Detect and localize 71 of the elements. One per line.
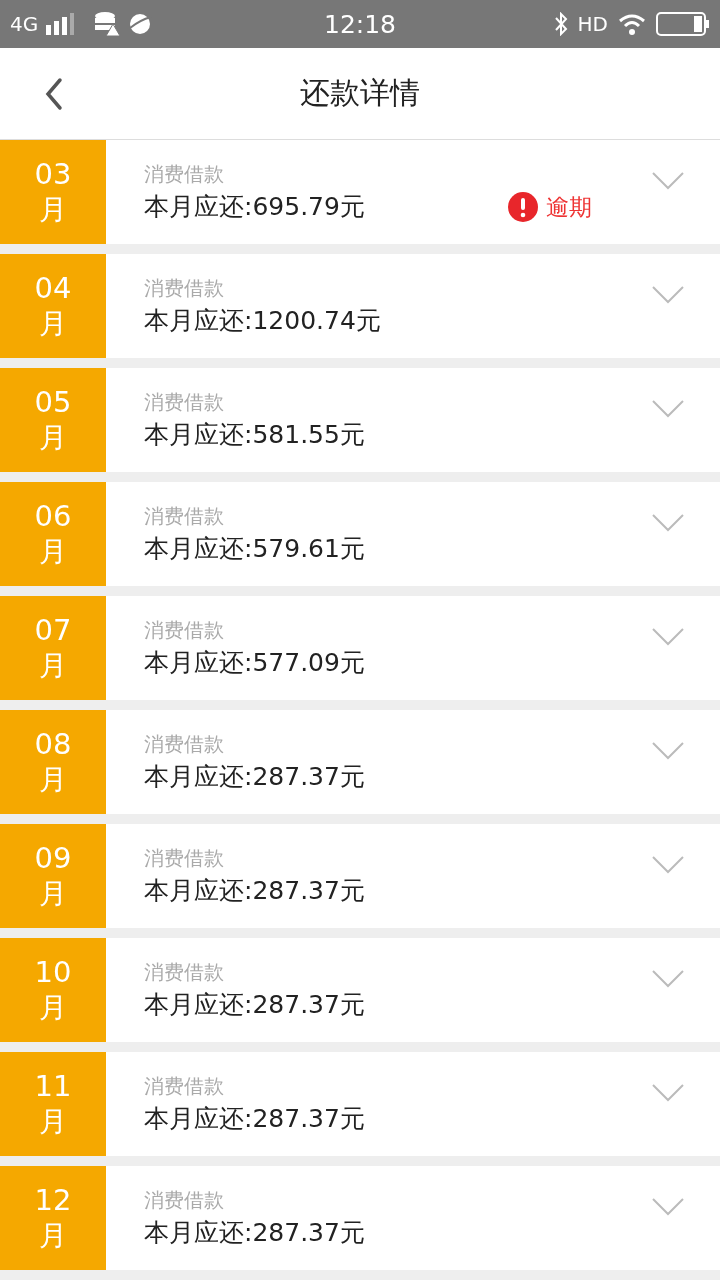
month-unit: 月 — [39, 1218, 67, 1254]
repayment-row[interactable]: 11 月 消费借款 本月应还:287.37元 — [0, 1052, 720, 1156]
amount-due: 本月应还:1200.74元 — [144, 305, 382, 337]
repayment-row[interactable]: 04 月 消费借款 本月应还:1200.74元 — [0, 254, 720, 358]
month-number: 12 — [34, 1182, 72, 1218]
month-unit: 月 — [39, 648, 67, 684]
month-unit: 月 — [39, 306, 67, 342]
month-number: 09 — [34, 840, 72, 876]
amount-due: 本月应还:581.55元 — [144, 419, 366, 451]
month-number: 07 — [34, 612, 72, 648]
network-label: 4G — [10, 12, 39, 36]
chevron-down-icon[interactable] — [652, 286, 684, 304]
amount-due: 本月应还:287.37元 — [144, 1217, 366, 1249]
repayment-row[interactable]: 12 月 消费借款 本月应还:287.37元 — [0, 1166, 720, 1270]
chevron-down-icon[interactable] — [652, 628, 684, 646]
chevron-down-icon[interactable] — [652, 172, 684, 190]
repayment-row[interactable]: 05 月 消费借款 本月应还:581.55元 — [0, 368, 720, 472]
amount-due: 本月应还:287.37元 — [144, 1103, 366, 1135]
chevron-down-icon[interactable] — [652, 970, 684, 988]
loan-type: 消费借款 — [144, 1073, 225, 1100]
amount-due: 本月应还:579.61元 — [144, 533, 366, 565]
chevron-down-icon[interactable] — [652, 1084, 684, 1102]
repayment-row[interactable]: 09 月 消费借款 本月应还:287.37元 — [0, 824, 720, 928]
month-unit: 月 — [39, 1104, 67, 1140]
loan-type: 消费借款 — [144, 1187, 225, 1214]
chevron-down-icon[interactable] — [652, 514, 684, 532]
month-number: 11 — [34, 1068, 72, 1104]
hd-label: HD — [577, 12, 608, 36]
month-unit: 月 — [39, 420, 67, 456]
loan-type: 消费借款 — [144, 161, 225, 188]
database-icon — [94, 12, 121, 36]
loan-type: 消费借款 — [144, 731, 225, 758]
repayment-row[interactable]: 08 月 消费借款 本月应还:287.37元 — [0, 710, 720, 814]
bluetooth-icon — [553, 12, 568, 36]
clock-time: 12:18 — [324, 9, 397, 39]
loan-type: 消费借款 — [144, 845, 225, 872]
amount-due: 本月应还:287.37元 — [144, 761, 366, 793]
amount-due: 本月应还:577.09元 — [144, 647, 366, 679]
amount-due: 本月应还:287.37元 — [144, 875, 366, 907]
repayment-row[interactable]: 06 月 消费借款 本月应还:579.61元 — [0, 482, 720, 586]
overdue-label: 逾期 — [546, 192, 592, 222]
chevron-down-icon[interactable] — [652, 1198, 684, 1216]
month-unit: 月 — [39, 534, 67, 570]
repayment-row[interactable]: 07 月 消费借款 本月应还:577.09元 — [0, 596, 720, 700]
month-unit: 月 — [39, 990, 67, 1026]
month-number: 05 — [34, 384, 72, 420]
month-number: 08 — [34, 726, 72, 762]
signal-icon — [46, 13, 75, 35]
chevron-down-icon[interactable] — [652, 856, 684, 874]
planet-icon — [128, 12, 153, 36]
chevron-down-icon[interactable] — [652, 400, 684, 418]
loan-type: 消费借款 — [144, 275, 225, 302]
month-unit: 月 — [39, 762, 67, 798]
repayment-row[interactable]: 10 月 消费借款 本月应还:287.37元 — [0, 938, 720, 1042]
chevron-down-icon[interactable] — [652, 742, 684, 760]
month-number: 10 — [34, 954, 72, 990]
loan-type: 消费借款 — [144, 503, 225, 530]
loan-type: 消费借款 — [144, 389, 225, 416]
month-number: 04 — [34, 270, 72, 306]
loan-type: 消费借款 — [144, 617, 225, 644]
month-unit: 月 — [39, 876, 67, 912]
loan-type: 消费借款 — [144, 959, 225, 986]
repayment-row[interactable]: 03 月 消费借款 本月应还:695.79元 逾期 — [0, 140, 720, 244]
amount-due: 本月应还:287.37元 — [144, 989, 366, 1021]
month-number: 06 — [34, 498, 72, 534]
month-unit: 月 — [39, 192, 67, 228]
page-title: 还款详情 — [300, 74, 420, 112]
amount-due: 本月应还:695.79元 — [144, 191, 366, 223]
battery-icon — [656, 12, 710, 36]
month-number: 03 — [34, 156, 72, 192]
wifi-icon — [618, 13, 646, 35]
